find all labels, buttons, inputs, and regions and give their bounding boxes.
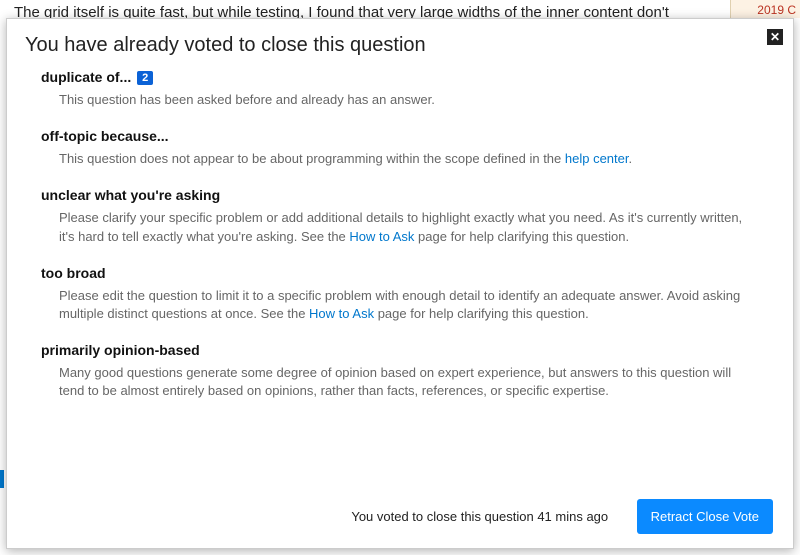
close-reason[interactable]: duplicate of... 2 This question has been … [41,69,759,109]
background-edge [0,470,4,488]
close-icon[interactable]: ✕ [767,29,783,45]
close-reason-title: unclear what you're asking [41,187,759,203]
close-reason[interactable]: too broad Please edit the question to lim… [41,265,759,323]
close-reason-description: This question does not appear to be abou… [41,150,759,168]
close-reasons-list: duplicate of... 2 This question has been … [7,65,793,401]
retract-close-vote-button[interactable]: Retract Close Vote [637,499,773,534]
close-vote-modal: ✕ You have already voted to close this q… [6,18,794,549]
help-link[interactable]: help center [565,151,629,166]
background-sidebar-item: 2019 C [730,0,800,18]
close-reason-description: Please edit the question to limit it to … [41,287,759,323]
close-reason[interactable]: off-topic because... This question does n… [41,128,759,168]
close-reason-title: too broad [41,265,759,281]
help-link[interactable]: How to Ask [309,306,374,321]
help-link[interactable]: How to Ask [349,229,414,244]
vote-count-badge: 2 [137,71,153,85]
close-reason-description: This question has been asked before and … [41,91,759,109]
close-reason[interactable]: primarily opinion-based Many good questio… [41,342,759,400]
modal-footer: You voted to close this question 41 mins… [7,487,793,548]
modal-title: You have already voted to close this que… [7,19,793,65]
close-reason-description: Please clarify your specific problem or … [41,209,759,245]
close-reason-title: off-topic because... [41,128,759,144]
close-reason-title: duplicate of... 2 [41,69,759,85]
close-reason-description: Many good questions generate some degree… [41,364,759,400]
vote-status-text: You voted to close this question 41 mins… [351,509,608,524]
close-reason-title: primarily opinion-based [41,342,759,358]
close-reason[interactable]: unclear what you're asking Please clarify… [41,187,759,245]
